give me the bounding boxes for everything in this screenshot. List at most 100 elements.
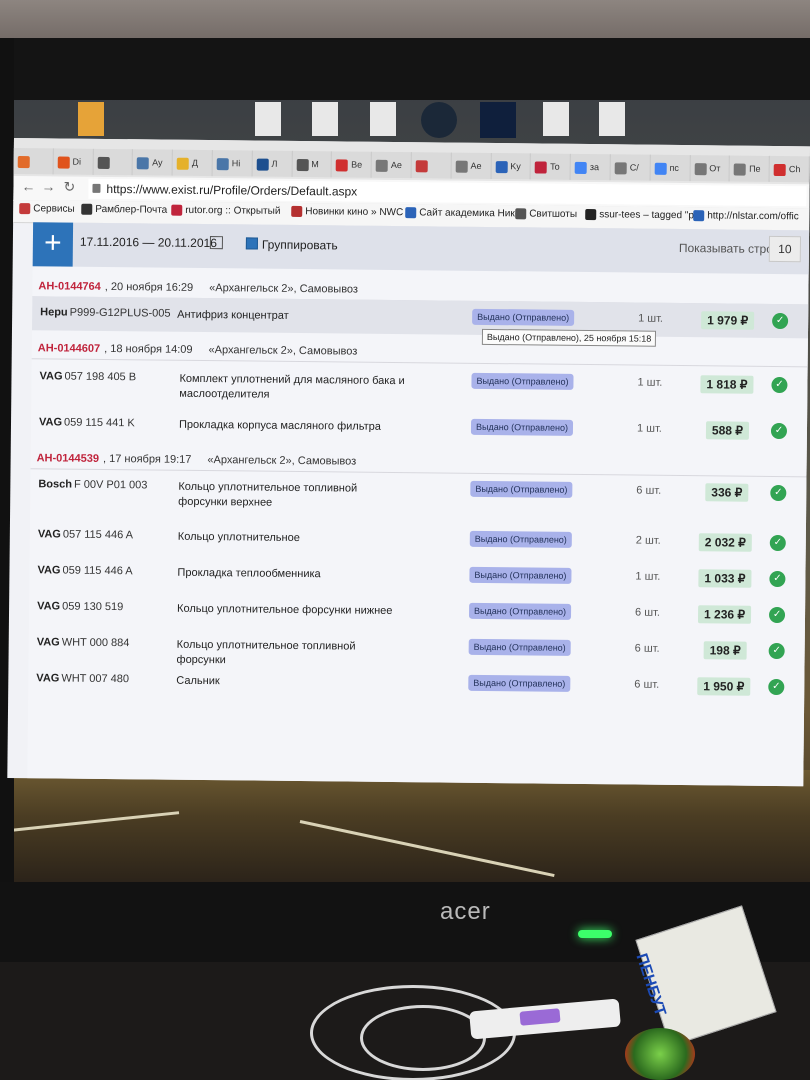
browser-tab[interactable] [411,152,452,179]
browser-tab[interactable]: Ay [133,149,174,176]
order-location: «Архангельск 2», Самовывоз [209,282,359,296]
browser-tab[interactable]: Hi [212,150,253,177]
status-badge: Выдано (Отправлено) [472,308,575,326]
tab-label: От [709,163,721,174]
file-icon[interactable] [312,102,338,136]
check-icon: ✓ [771,376,788,394]
browser-tab[interactable]: To [530,153,572,180]
browser-tab[interactable]: за [570,153,611,181]
tab-label: Di [72,156,82,167]
tab-favicon-icon [734,163,747,176]
order-header: AH-0144539, 17 ноября 19:17 «Архангельск … [37,452,357,467]
bookmark-item[interactable]: ssur-tees – tagged "p [585,208,694,221]
bookmark-item[interactable]: Рамблер-Почта [81,203,167,216]
browser-tab[interactable] [93,148,134,176]
lock-icon [92,183,101,193]
status-badge: Выдано (Отправлено) [469,566,572,584]
status-badge: Выдано (Отправлено) [468,638,571,656]
check-icon: ✓ [768,642,785,660]
back-icon[interactable]: ← [21,178,35,194]
browser-tab[interactable]: Ae [451,152,492,179]
browser-tab[interactable]: Di [53,148,94,175]
browser-tab[interactable]: C/ [610,154,651,181]
bookmark-item[interactable]: http://nlstar.com/offic [693,210,799,222]
bookmark-item[interactable]: Новинки кино » NWC [291,205,404,219]
part-brand[interactable]: VAG WHT 000 884 [37,636,130,649]
browser-tab[interactable]: пс [650,154,691,182]
bookmark-item[interactable]: Сайт академика Никс [405,207,520,219]
quantity: 1 шт. [636,422,662,435]
order-location: «Архангельск 2», Самовывоз [208,344,358,358]
browser-tab[interactable]: Ky [491,153,532,180]
part-brand[interactable]: VAG 059 115 446 A [37,564,132,577]
rows-select[interactable]: 10 [768,235,802,263]
add-button[interactable]: + [32,222,74,267]
order-number[interactable]: AH-0144764 [38,280,100,293]
browser-tab[interactable]: Be [331,151,373,178]
bookmark-favicon-icon [515,208,527,220]
tab-label: Ae [390,159,402,171]
part-brand-name: VAG [36,672,60,685]
file-icon[interactable] [543,102,569,136]
date-range-field[interactable]: 17.11.2016 — 20.11.2016 [80,235,217,250]
file-icon[interactable] [599,102,625,136]
part-brand[interactable]: VAG 057 115 446 A [38,528,133,541]
order-number[interactable]: AH-0144539 [37,452,99,465]
order-number[interactable]: AH-0144607 [38,342,100,355]
file-icon[interactable] [370,102,396,136]
browser-tab[interactable]: Ch [769,155,810,183]
check-icon: ✓ [772,312,789,330]
browser-tab[interactable]: От [690,155,731,182]
part-brand[interactable]: VAG WHT 007 480 [36,672,129,685]
status-badge: Выдано (Отправлено) [469,530,572,548]
price: 1 950 ₽ [697,677,751,696]
part-brand[interactable]: Hepu P999-G12PLUS-005 [40,306,171,319]
browser-tab[interactable] [13,147,54,175]
tab-favicon-icon [535,161,548,174]
tab-label: C/ [629,162,639,173]
tab-favicon-icon [137,156,150,170]
browser-tab[interactable]: Ae [371,151,412,179]
browser-tab[interactable]: Л [252,150,293,177]
monitor-bezel-top [0,38,810,100]
order-date: , 18 ноября 14:09 [104,342,193,356]
part-code: 059 115 441 K [63,416,135,430]
check-icon: ✓ [770,422,788,440]
bookmark-favicon-icon [19,203,31,215]
part-brand[interactable]: Bosch F 00V P01 003 [38,478,147,491]
bookmark-item[interactable]: rutor.org :: Открытый [171,204,281,217]
ointment-jar [625,1028,695,1080]
part-brand-name: VAG [39,370,63,383]
app-icon[interactable] [480,102,516,138]
group-checkbox[interactable] [245,237,258,250]
part-brand-name: Hepu [40,306,68,319]
forward-icon[interactable]: → [41,178,55,194]
quantity: 1 шт. [637,376,663,389]
folder-icon[interactable] [78,102,104,136]
bookmark-label: http://nlstar.com/offic [707,210,799,223]
browser-tab[interactable]: Пе [729,155,771,182]
part-brand[interactable]: VAG 059 115 441 K [39,416,135,429]
wallpaper-road [0,770,810,885]
bookmark-favicon-icon [81,203,93,215]
check-icon: ✓ [769,534,786,552]
part-brand[interactable]: VAG 057 198 405 B [39,370,136,383]
calendar-icon[interactable] [209,236,223,250]
part-brand[interactable]: VAG 059 130 519 [37,600,123,613]
browser-tab[interactable]: M [292,150,333,178]
rows-label: Показывать строк [678,240,779,257]
part-brand-name: VAG [38,416,63,429]
bookmark-item[interactable]: Свитшоты [515,208,577,220]
reload-icon[interactable]: ↻ [63,179,75,196]
part-description: Антифриз концентрат [177,308,289,322]
steam-icon[interactable] [421,102,457,138]
bookmark-item[interactable]: Сервисы [19,203,75,215]
bookmark-label: Новинки кино » NWC [305,206,404,219]
tab-favicon-icon [57,156,70,169]
earphone-cable [360,1005,486,1071]
browser-tab[interactable]: Д [172,149,213,177]
bookmark-favicon-icon [693,210,705,222]
file-icon[interactable] [255,102,281,136]
browser-window: Di Ay Д Hi Л M Be Ae Ae Ky To за C/пс От Пе Ch ← → ↻ ht… [7,138,810,787]
part-description: Кольцо уплотнительное топливной форсунки [176,638,356,667]
